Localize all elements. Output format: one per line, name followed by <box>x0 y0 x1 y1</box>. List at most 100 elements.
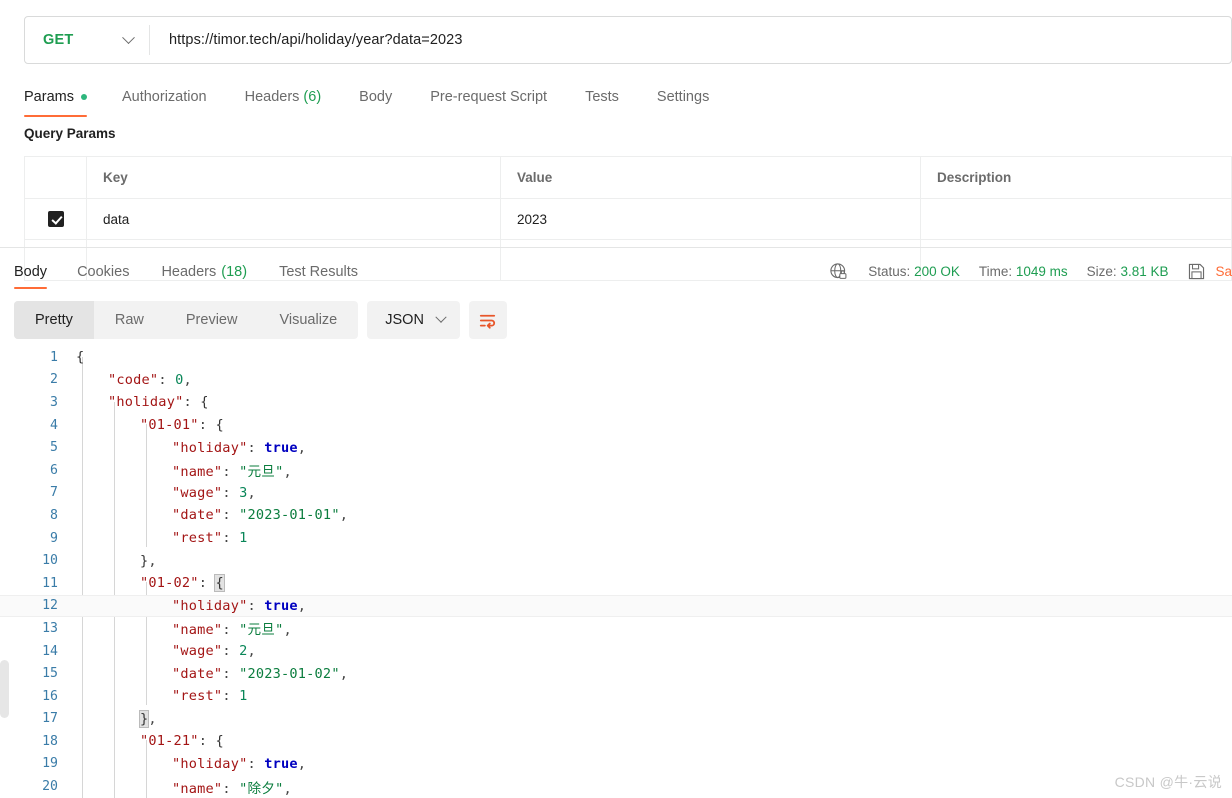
code-token: "rest" <box>172 530 223 547</box>
view-mode-pretty[interactable]: Pretty <box>14 301 94 339</box>
code-line-text[interactable]: "01-01": { <box>58 417 1232 433</box>
response-body-code[interactable]: 1{2 "code": 0, 3 "holiday": {4 "01-01": {5 "h… <box>0 346 1232 798</box>
code-line-text[interactable]: "01-21": { <box>58 733 1232 749</box>
code-token: : <box>222 530 240 547</box>
tab-pre-request-script-label: Pre-request Script <box>430 89 548 105</box>
line-number: 8 <box>50 507 58 523</box>
code-token: , <box>247 484 256 501</box>
code-token: : <box>222 665 240 682</box>
save-response-label[interactable]: Sa <box>1215 264 1232 279</box>
code-token: , <box>339 665 349 682</box>
response-tab-headers-count: (18) <box>221 264 248 280</box>
code-token: , <box>339 507 349 524</box>
table-row: data 2023 <box>25 199 1232 240</box>
code-line: 5 "holiday": true, <box>0 436 1232 459</box>
code-token: , <box>183 371 192 388</box>
globe-lock-icon[interactable] <box>829 262 848 281</box>
code-line-text[interactable]: "rest": 1 <box>58 688 1232 704</box>
code-token: true <box>264 597 298 614</box>
code-line-text[interactable]: "01-02": { <box>58 574 1232 593</box>
line-number: 1 <box>50 349 58 365</box>
code-line: 6 "name": "元旦", <box>0 459 1232 482</box>
tab-params[interactable]: Params <box>24 80 103 117</box>
code-line: 11 "01-02": { <box>0 572 1232 595</box>
tab-authorization-label: Authorization <box>121 89 207 105</box>
view-mode-group: Pretty Raw Preview Visualize <box>14 301 359 339</box>
tab-pre-request-script[interactable]: Pre-request Script <box>411 80 566 114</box>
code-token: , <box>283 622 292 639</box>
code-token: : <box>222 643 240 660</box>
response-tab-cookies[interactable]: Cookies <box>61 258 145 286</box>
row-checkbox-cell <box>25 199 87 239</box>
watermark: CSDN @牛·云说 <box>1114 774 1222 790</box>
response-tab-body[interactable]: Body <box>14 258 61 289</box>
code-line-text[interactable]: "date": "2023-01-02", <box>58 666 1232 682</box>
code-line-text[interactable]: "holiday": true, <box>58 598 1232 614</box>
code-line-text[interactable]: "holiday": true, <box>58 756 1232 772</box>
code-token: 1 <box>239 530 248 547</box>
view-mode-preview[interactable]: Preview <box>165 301 259 339</box>
line-number: 12 <box>42 598 58 614</box>
response-format-select[interactable]: JSON <box>367 301 460 339</box>
response-tab-test-results[interactable]: Test Results <box>263 258 374 286</box>
response-tab-headers[interactable]: Headers (18) <box>145 258 263 286</box>
code-line: 8 "date": "2023-01-01", <box>0 504 1232 527</box>
code-token: : <box>247 755 265 772</box>
save-response-icon[interactable] <box>1187 262 1206 281</box>
response-tab-body-label: Body <box>14 264 48 280</box>
code-line-text[interactable]: "name": "除夕", <box>58 777 1232 797</box>
row-description-input[interactable] <box>921 199 1232 239</box>
code-line-text[interactable]: "code": 0, <box>58 372 1232 388</box>
code-token: "holiday" <box>172 597 248 614</box>
code-line: 14 "wage": 2, <box>0 640 1232 663</box>
wrap-lines-button[interactable] <box>468 301 507 339</box>
code-line-text[interactable]: "wage": 2, <box>58 643 1232 659</box>
line-number: 10 <box>42 553 58 569</box>
code-line-text[interactable]: "name": "元旦", <box>58 460 1232 480</box>
code-token: , <box>148 710 157 727</box>
code-line: 10}, <box>0 549 1232 572</box>
code-line-text[interactable]: "rest": 1 <box>58 530 1232 546</box>
line-number: 5 <box>50 440 58 456</box>
code-line-text[interactable]: "date": "2023-01-01", <box>58 507 1232 523</box>
response-tab-test-results-label: Test Results <box>279 264 359 280</box>
param-enabled-checkbox[interactable] <box>47 211 64 227</box>
code-token: : <box>222 484 240 501</box>
code-line-text[interactable]: }, <box>58 709 1232 728</box>
code-token: : <box>183 394 201 411</box>
row-key-input[interactable]: data <box>87 199 501 239</box>
code-token: , <box>247 643 256 660</box>
code-token: { <box>215 417 224 434</box>
vertical-scrollbar-thumb[interactable] <box>0 660 9 718</box>
tab-authorization[interactable]: Authorization <box>103 80 226 114</box>
code-token: : <box>222 464 240 481</box>
tab-tests[interactable]: Tests <box>566 80 638 114</box>
http-method-select[interactable]: GET <box>25 17 149 63</box>
code-token: "code" <box>108 371 159 388</box>
code-line-text[interactable]: "holiday": { <box>58 394 1232 410</box>
code-line-text[interactable]: { <box>58 349 1232 365</box>
view-mode-raw[interactable]: Raw <box>94 301 165 339</box>
url-input[interactable]: https://timor.tech/api/holiday/year?data… <box>150 17 1231 63</box>
code-token: { <box>200 394 209 411</box>
request-tabs: Params Authorization Headers (6) Body Pr… <box>24 80 728 117</box>
tab-body-label: Body <box>359 89 393 105</box>
tab-body[interactable]: Body <box>340 80 411 114</box>
params-modified-dot-icon <box>80 94 87 100</box>
code-line-text[interactable]: }, <box>58 553 1232 569</box>
tab-headers[interactable]: Headers (6) <box>226 80 341 114</box>
status-badge: Status: 200 OK <box>868 264 960 279</box>
code-token: "name" <box>172 464 223 481</box>
code-line: 3 "holiday": { <box>0 391 1232 414</box>
tab-settings[interactable]: Settings <box>638 80 728 114</box>
query-params-title: Query Params <box>24 126 116 141</box>
code-token: , <box>297 597 307 614</box>
code-token: "holiday" <box>172 439 248 456</box>
code-line-text[interactable]: "name": "元旦", <box>58 618 1232 638</box>
line-number: 2 <box>50 372 58 388</box>
row-value-input[interactable]: 2023 <box>501 199 921 239</box>
view-mode-visualize[interactable]: Visualize <box>258 301 358 339</box>
code-line-text[interactable]: "wage": 3, <box>58 485 1232 501</box>
code-line-text[interactable]: "holiday": true, <box>58 440 1232 456</box>
line-number: 3 <box>50 394 58 410</box>
